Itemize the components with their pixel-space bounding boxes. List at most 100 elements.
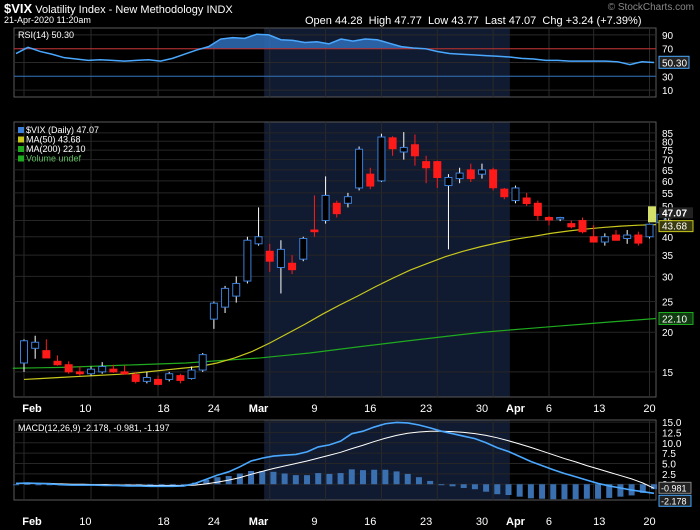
rsi-tick-label: 30	[662, 72, 674, 83]
macd-histogram-bar	[35, 484, 42, 486]
candle-body	[343, 196, 352, 204]
candle-body	[53, 360, 62, 366]
last-price-marker	[648, 206, 656, 223]
candle-body	[522, 197, 531, 205]
macd-histogram-bar	[393, 471, 400, 485]
candle-body	[377, 136, 386, 182]
macd-last-signal: -0.981	[661, 483, 687, 493]
x-tick-label: Apr	[506, 403, 526, 415]
x-tick-label: Apr	[506, 516, 526, 528]
x-tick-label: 24	[208, 403, 220, 415]
x-tick-label: 10	[79, 403, 91, 415]
macd-histogram-bar	[259, 470, 266, 485]
candle-body	[422, 161, 431, 169]
candle-body	[310, 229, 319, 233]
x-tick-label: 9	[311, 516, 317, 528]
legend-swatch	[18, 127, 24, 133]
candle-body	[455, 172, 464, 180]
candle-body	[31, 341, 40, 349]
macd-histogram-bar	[382, 469, 389, 485]
candle-body	[533, 202, 542, 216]
x-tick-label: 24	[208, 516, 220, 528]
chart-date: 21-Apr-2020 11:20am	[4, 15, 91, 25]
exchange: INDX	[206, 4, 233, 16]
price-tick-label: 65	[662, 166, 674, 177]
candle-body	[120, 371, 129, 375]
macd-histogram-bar	[471, 484, 478, 490]
last-label: Last	[484, 15, 506, 27]
candle-body	[232, 282, 241, 297]
price-tick-label: 35	[662, 251, 674, 262]
x-tick-label: 18	[158, 403, 170, 415]
candle-body	[544, 216, 553, 221]
macd-histogram-bar	[24, 483, 31, 485]
price-tick-label: 20	[662, 328, 674, 339]
candle-body	[511, 187, 520, 202]
candle-body	[500, 188, 509, 198]
candle-body	[198, 354, 207, 371]
x-tick-label: 23	[420, 403, 432, 415]
ma50-label: 43.68	[662, 222, 687, 233]
candle-body	[276, 248, 285, 268]
candle-body	[187, 369, 196, 379]
macd-histogram-bar	[371, 469, 378, 485]
candle-body	[410, 144, 419, 157]
macd-histogram-bar	[483, 484, 490, 492]
price-tick-label: 40	[662, 233, 674, 244]
candle-body	[489, 169, 498, 189]
candle-body	[209, 302, 218, 320]
candle-body	[87, 368, 96, 375]
price-legend-entry: MA(50) 43.68	[26, 135, 81, 145]
macd-histogram-bar	[236, 473, 243, 485]
macd-tick-label: 12.5	[662, 428, 682, 439]
candle-body	[42, 350, 51, 359]
macd-histogram-bar	[415, 477, 422, 485]
x-tick-label: Mar	[249, 403, 269, 415]
macd-histogram-bar	[572, 484, 579, 500]
candle-body	[20, 340, 28, 364]
candle-body	[221, 287, 230, 308]
price-tick-label: 30	[662, 272, 674, 283]
macd-histogram-bar	[527, 484, 534, 499]
candle-body	[254, 236, 263, 245]
macd-histogram-bar	[516, 484, 523, 497]
candle-body	[444, 176, 453, 187]
legend-swatch	[18, 146, 24, 152]
price-legend-entry: Volume undef	[26, 154, 82, 164]
x-tick-label: Feb	[22, 516, 42, 528]
macd-histogram-bar	[337, 473, 344, 485]
high-value: 47.77	[394, 15, 422, 27]
candle-body	[634, 234, 643, 244]
price-tick-label: 15	[662, 368, 674, 379]
rsi-last-label: 50.30	[662, 58, 687, 69]
x-tick-label: 18	[158, 516, 170, 528]
rsi-tick-label: 70	[662, 45, 674, 56]
candle-body	[589, 236, 598, 243]
macd-histogram-bar	[13, 484, 19, 486]
macd-histogram-bar	[270, 471, 277, 485]
macd-histogram-bar	[539, 484, 546, 499]
candle-body	[645, 223, 654, 238]
candle-body	[578, 220, 587, 233]
macd-histogram-bar	[595, 484, 602, 499]
candle-body	[477, 169, 486, 175]
low-label: Low	[427, 15, 449, 27]
macd-legend: MACD(12,26,9) -2.178, -0.981, -1.197	[18, 423, 170, 433]
candle-body	[366, 173, 375, 187]
x-tick-label: 13	[593, 403, 605, 415]
candle-body	[165, 373, 174, 380]
chart-canvas: Feb 10 18 24 Mar 9 16 23 30 Apr 6 13 20 Feb 10 18 24 Mar 9…	[12, 27, 694, 528]
x-tick-label: 13	[593, 516, 605, 528]
rsi-tick-label: 90	[662, 31, 674, 42]
macd-histogram-bar	[651, 484, 657, 490]
high-label: High	[368, 15, 392, 27]
candle-body	[612, 234, 621, 241]
open-value: 44.28	[334, 15, 363, 27]
candle-body	[567, 223, 576, 228]
price-tick-label: 60	[662, 177, 674, 188]
ohlc-summary: Open 44.28 High 47.77 Low 43.77 Last 47.…	[305, 15, 642, 27]
watermark: © StockCharts.com	[607, 2, 694, 13]
macd-histogram-bar	[449, 484, 456, 487]
candle-body	[466, 169, 475, 180]
x-tick-label: 30	[476, 403, 488, 415]
